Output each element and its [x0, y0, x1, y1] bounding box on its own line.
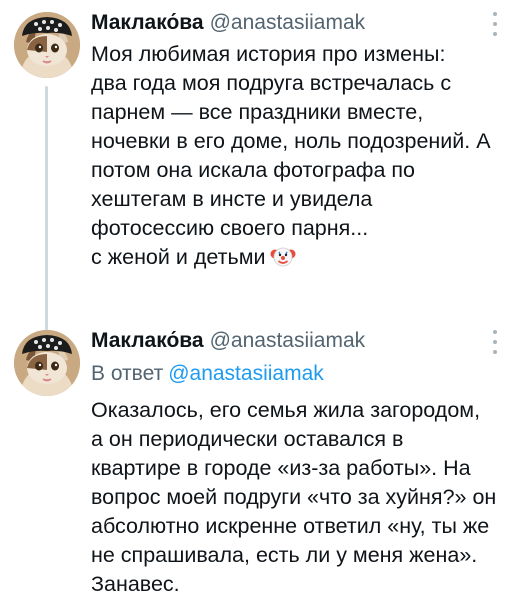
tweet-text-line: не спрашивала, есть ли у меня жена».	[91, 543, 478, 567]
cat-avatar-icon	[14, 330, 80, 396]
tweet-text-line: фотосессию своего парня...	[91, 216, 369, 240]
tweet-text-line: Занавес.	[91, 572, 180, 596]
tweet-text-line: хештегам в инсте и увидела	[91, 187, 373, 211]
tweet-text-line-last: с женой и детьми	[91, 243, 511, 272]
tweet-text-line: а он периодически оставался в	[91, 427, 404, 451]
reply-mention-link[interactable]: @anastasiiamak	[168, 362, 324, 385]
tweet-text: Моя любимая история про измены: два года…	[91, 40, 511, 272]
tweet-header: Маклако́ва @anastasiiamak	[91, 11, 365, 35]
author-handle[interactable]: @anastasiiamak	[210, 11, 366, 34]
clown-face-icon	[270, 247, 295, 267]
tweet-text-line: Моя любимая история про измены:	[91, 42, 446, 66]
tweet-text-line: потом она искала фотографа по	[91, 158, 415, 182]
reply-context: В ответ @anastasiiamak	[91, 362, 324, 386]
author-name[interactable]: Маклако́ва	[91, 329, 204, 352]
tweet-text-line: ночевки в его доме, ноль подозрений. А	[91, 129, 491, 153]
thread-connector	[45, 86, 48, 332]
author-name[interactable]: Маклако́ва	[91, 11, 204, 34]
reply-prefix: В ответ	[91, 362, 164, 385]
cat-avatar-icon	[14, 12, 80, 78]
tweet-original[interactable]: Маклако́ва @anastasiiamak Моя любимая ист…	[0, 0, 521, 332]
tweet-text-line: квартире в городе «из-за работы». На	[91, 456, 471, 480]
tweet-text-line: два года моя подруга встречалась с	[91, 71, 452, 95]
tweet-text-line: вопрос моей подруги «что за хуйня?» он	[91, 485, 497, 509]
tweet-text-line: парнем — все праздники вместе,	[91, 100, 424, 124]
tweet-text: Оказалось, его семья жила загородом, а о…	[91, 396, 511, 599]
more-options-icon[interactable]	[491, 330, 499, 354]
tweet-text-line: с женой и детьми	[91, 245, 266, 269]
tweet-text-line: абсолютно искренне ответил «ну, ты же	[91, 514, 490, 538]
avatar[interactable]	[14, 12, 80, 78]
tweet-text-line: Оказалось, его семья жила загородом,	[91, 398, 481, 422]
avatar[interactable]	[14, 330, 80, 396]
tweet-reply[interactable]: Маклако́ва @anastasiiamak В ответ @anastas…	[0, 318, 521, 604]
tweet-header: Маклако́ва @anastasiiamak	[91, 329, 365, 353]
more-options-icon[interactable]	[491, 12, 499, 36]
author-handle[interactable]: @anastasiiamak	[210, 329, 366, 352]
